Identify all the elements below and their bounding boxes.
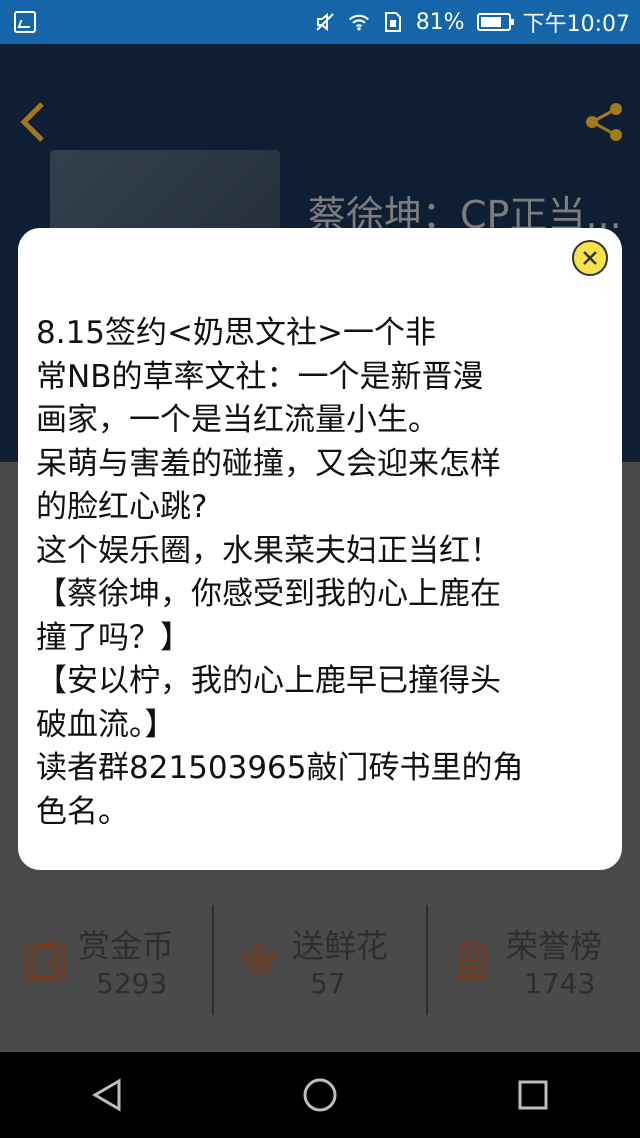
battery-percent: 81% xyxy=(415,9,465,35)
stat-label: 荣誉榜 xyxy=(506,927,603,965)
sim-icon xyxy=(382,11,404,33)
wifi-icon xyxy=(348,11,370,33)
clock: 下午10:07 xyxy=(522,12,630,37)
share-icon xyxy=(586,103,622,141)
honor-list-button[interactable]: 荣誉榜 1743 xyxy=(426,905,640,1015)
stat-value: 1743 xyxy=(524,967,596,1000)
stat-value: 5293 xyxy=(96,967,168,1000)
back-button[interactable] xyxy=(18,100,58,144)
send-flowers-button[interactable]: 送鲜花 57 xyxy=(212,905,426,1015)
nav-recents-button[interactable] xyxy=(503,1065,563,1125)
stat-label: 赏金币 xyxy=(78,927,175,965)
stat-value: 57 xyxy=(310,967,346,1000)
circle-home-icon xyxy=(303,1078,337,1112)
flower-icon xyxy=(236,937,282,983)
navigation-bar xyxy=(0,1052,640,1138)
nav-back-button[interactable] xyxy=(77,1065,137,1125)
close-button[interactable] xyxy=(572,240,608,276)
status-bar: 81% 下午10:07 xyxy=(0,0,640,44)
svg-text:¥: ¥ xyxy=(44,955,54,974)
battery-icon xyxy=(476,13,514,31)
square-recents-icon xyxy=(518,1080,548,1110)
stat-label: 送鲜花 xyxy=(292,927,389,965)
reward-coins-button[interactable]: ¥ 赏金币 5293 xyxy=(0,905,212,1015)
medal-icon xyxy=(450,937,496,985)
triangle-back-icon xyxy=(91,1078,121,1112)
close-icon xyxy=(583,251,597,265)
nav-home-button[interactable] xyxy=(290,1065,350,1125)
image-notification-icon xyxy=(14,11,36,33)
book-intro-dialog: 8.15签约<奶思文社>一个非 常NB的草率文社：一个是新晋漫 画家，一个是当红… xyxy=(18,228,622,870)
status-icons: 81% 下午10:07 xyxy=(314,0,630,44)
stats-bar: ¥ 赏金币 5293 送鲜花 57 荣誉榜 1743 xyxy=(0,905,640,1015)
coin-envelope-icon: ¥ xyxy=(22,937,68,983)
share-button[interactable] xyxy=(582,100,626,144)
book-intro-text: 8.15签约<奶思文社>一个非 常NB的草率文社：一个是新晋漫 画家，一个是当红… xyxy=(36,315,524,830)
chevron-left-icon xyxy=(20,102,44,142)
mute-icon xyxy=(314,11,336,33)
